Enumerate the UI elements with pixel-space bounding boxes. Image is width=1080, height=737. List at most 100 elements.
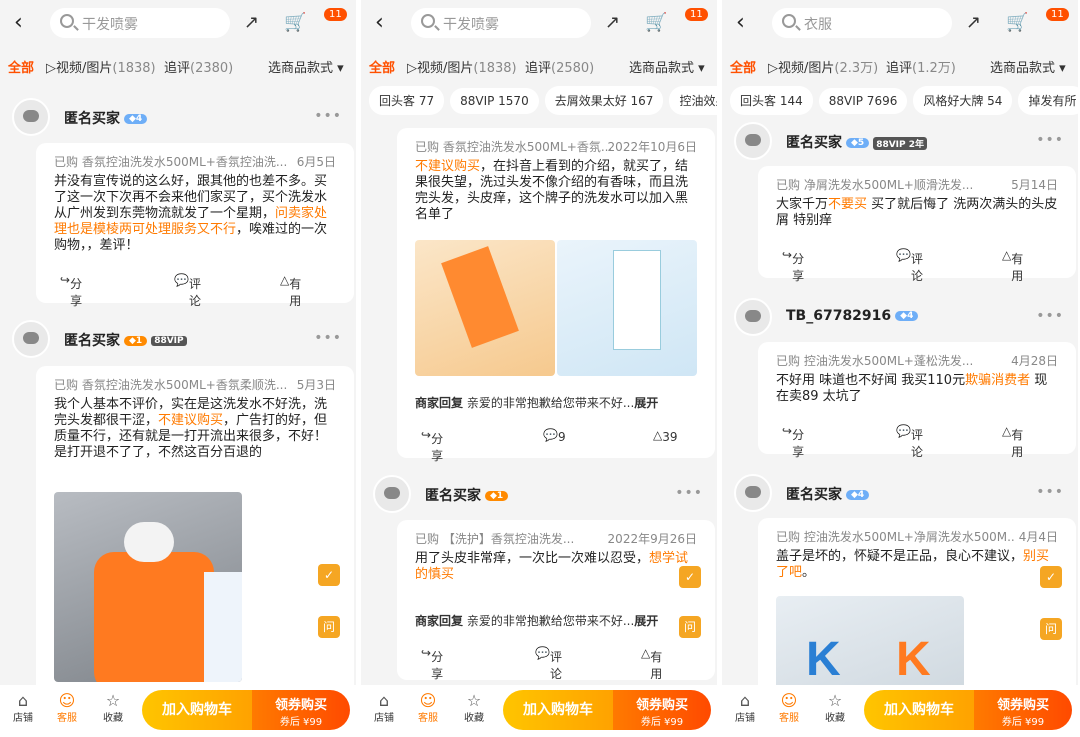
tag-chip[interactable]: 88VIP 1570	[450, 88, 539, 114]
review-photo[interactable]: K K	[776, 596, 964, 696]
tag-chip[interactable]: 88VIP 7696	[818, 88, 908, 114]
store-button[interactable]: ⌂ 店铺	[369, 691, 399, 724]
more-icon[interactable]: •••	[1036, 484, 1064, 500]
review-date: 4月28日	[1011, 354, 1058, 368]
add-to-cart-button[interactable]: 加入购物车	[503, 690, 613, 730]
style-filter[interactable]: 选商品款式 ▾	[990, 57, 1066, 76]
review-text: 我个人基本不评价，实在是这洗发水不好洗，洗完头发都很干涩，不建议购买，广告打的好…	[54, 397, 328, 460]
tag-chip[interactable]: 掉发有所	[1018, 86, 1078, 115]
review-text: 并没有宣传说的这么好，跟其他的也差不多。买了这一次下次再不会来他们家买了，买个洗…	[54, 174, 328, 253]
buy-button[interactable]: 领券购买 券后 ¥99	[252, 690, 350, 730]
store-button[interactable]: ⌂ 店铺	[730, 691, 760, 724]
check-icon[interactable]: ✓	[1040, 566, 1062, 588]
useful-button[interactable]: △ 有用	[1002, 424, 1023, 459]
search-input[interactable]: 干发喷雾	[411, 8, 591, 38]
comment-button[interactable]: 💬 评论	[896, 424, 923, 459]
ask-icon[interactable]: 问	[318, 616, 340, 638]
search-input[interactable]: 干发喷雾	[50, 8, 230, 38]
tab-all[interactable]: 全部	[369, 57, 395, 76]
favorite-button[interactable]: ☆ 收藏	[98, 691, 128, 724]
tag-chip[interactable]: 回头客 77	[369, 86, 445, 115]
tab-follow[interactable]: 追评(2580)	[525, 57, 594, 76]
review-date: 2022年10月6日	[607, 140, 697, 154]
review-actions: ↪ 分享 💬 9 △ 39	[397, 426, 715, 463]
review-card: 已购 香氛控油洗发水500ML+香氛... 2022年10月6日 不建议购买，在…	[397, 128, 715, 463]
buy-button[interactable]: 领券购买 券后 ¥99	[613, 690, 711, 730]
reviewer-header: 匿名买家 ◆4 •••	[12, 98, 342, 138]
share-button[interactable]: ↪ 分享	[782, 248, 804, 283]
buy-button[interactable]: 领券购买 券后 ¥99	[974, 690, 1072, 730]
reviewer-header: 匿名买家 ◆1 •••	[373, 475, 703, 515]
useful-button[interactable]: △ 39	[653, 428, 678, 444]
add-to-cart-button[interactable]: 加入购物车	[142, 690, 252, 730]
tag-chip[interactable]: 控油效果	[669, 86, 717, 115]
useful-button[interactable]: △ 有用	[280, 273, 301, 308]
share-icon[interactable]: ↗	[244, 12, 259, 33]
vip-badge: 88VIP 2年	[873, 136, 928, 150]
review-tabs: 全部 ▷视频/图片(1838) 追评(2580) 选商品款式 ▾	[361, 52, 717, 78]
share-button[interactable]: ↪ 分享	[421, 646, 443, 681]
tag-chips: 回头客 7788VIP 1570去屑效果太好 167控油效果	[369, 86, 717, 115]
level-badge: ◆4	[124, 114, 148, 124]
more-icon[interactable]: •••	[1036, 132, 1064, 148]
style-filter[interactable]: 选商品款式 ▾	[268, 57, 344, 76]
back-icon[interactable]: ‹	[736, 10, 745, 35]
tab-media[interactable]: ▷视频/图片(2.3万)	[768, 57, 878, 76]
tab-follow[interactable]: 追评(1.2万)	[886, 57, 956, 76]
back-icon[interactable]: ‹	[14, 10, 23, 35]
reviewer-name: 匿名买家 ◆4	[786, 484, 870, 504]
review-panel-1: ‹ 干发喷雾 ↗ 🛒 11 全部 ▷视频/图片(1838) 追评(2380) 选…	[0, 0, 358, 737]
back-icon[interactable]: ‹	[375, 10, 384, 35]
share-icon[interactable]: ↗	[605, 12, 620, 33]
tag-chip[interactable]: 回头客 144	[730, 86, 813, 115]
comment-button[interactable]: 💬 评论	[174, 273, 201, 308]
share-button[interactable]: ↪ 分享	[60, 273, 82, 308]
ask-icon[interactable]: 问	[1040, 618, 1062, 640]
add-to-cart-button[interactable]: 加入购物车	[864, 690, 974, 730]
more-icon[interactable]: •••	[314, 108, 342, 124]
bottom-bar: ⌂ 店铺 ☺ 客服 ☆ 收藏 加入购物车 领券购买 券后 ¥99	[361, 685, 717, 737]
ask-icon[interactable]: 问	[679, 616, 701, 638]
store-icon: ⌂	[17, 691, 29, 710]
check-icon[interactable]: ✓	[679, 566, 701, 588]
share-button[interactable]: ↪ 分享	[421, 428, 443, 463]
useful-button[interactable]: △ 有用	[641, 646, 662, 681]
search-icon	[60, 14, 74, 28]
favorite-button[interactable]: ☆ 收藏	[459, 691, 489, 724]
comment-button[interactable]: 💬 9	[543, 428, 566, 444]
share-button[interactable]: ↪ 分享	[782, 424, 804, 459]
tab-follow[interactable]: 追评(2380)	[164, 57, 233, 76]
tab-all[interactable]: 全部	[8, 57, 34, 76]
comment-button[interactable]: 💬 评论	[535, 646, 562, 681]
tag-chip[interactable]: 风格好大牌 54	[913, 86, 1013, 115]
check-icon[interactable]: ✓	[318, 564, 340, 586]
review-tabs: 全部 ▷视频/图片(1838) 追评(2380) 选商品款式 ▾	[0, 52, 356, 78]
level-badge: ◆1	[485, 491, 509, 501]
tab-media[interactable]: ▷视频/图片(1838)	[46, 57, 156, 76]
merchant-reply: 商家回复 亲爱的非常抱歉给您带来不好...展开	[415, 614, 659, 628]
cart-icon[interactable]: 🛒	[284, 12, 306, 33]
useful-button[interactable]: △ 有用	[1002, 248, 1023, 283]
review-date: 6月5日	[296, 155, 336, 169]
cart-icon[interactable]: 🛒	[1006, 12, 1028, 33]
review-photo[interactable]	[415, 240, 555, 376]
cart-badge: 11	[324, 8, 347, 21]
cart-icon[interactable]: 🛒	[645, 12, 667, 33]
search-input[interactable]: 衣服	[772, 8, 952, 38]
store-button[interactable]: ⌂ 店铺	[8, 691, 38, 724]
tab-media[interactable]: ▷视频/图片(1838)	[407, 57, 517, 76]
share-icon[interactable]: ↗	[966, 12, 981, 33]
service-button[interactable]: ☺ 客服	[52, 691, 82, 724]
more-icon[interactable]: •••	[1036, 308, 1064, 324]
more-icon[interactable]: •••	[314, 330, 342, 346]
service-button[interactable]: ☺ 客服	[413, 691, 443, 724]
tab-all[interactable]: 全部	[730, 57, 756, 76]
review-photo[interactable]	[557, 240, 697, 376]
style-filter[interactable]: 选商品款式 ▾	[629, 57, 705, 76]
review-photo[interactable]	[54, 492, 242, 682]
comment-button[interactable]: 💬 评论	[896, 248, 923, 283]
tag-chip[interactable]: 去屑效果太好 167	[544, 86, 664, 115]
more-icon[interactable]: •••	[675, 485, 703, 501]
service-button[interactable]: ☺ 客服	[774, 691, 804, 724]
favorite-button[interactable]: ☆ 收藏	[820, 691, 850, 724]
